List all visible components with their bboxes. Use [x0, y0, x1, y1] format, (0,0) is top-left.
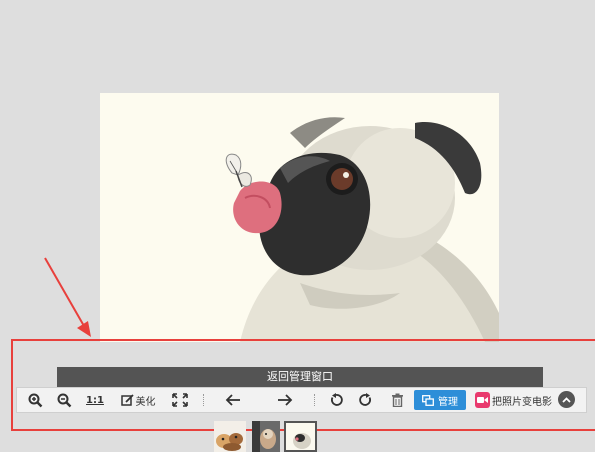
return-to-manager-button[interactable]: 返回管理窗口 — [57, 367, 543, 387]
pug-with-butterfly-image — [100, 93, 499, 342]
fullscreen-button[interactable] — [171, 389, 189, 411]
thumbnail-item[interactable] — [214, 421, 246, 452]
actual-size-label: 1:1 — [86, 394, 104, 406]
thumbnail-item-selected[interactable] — [284, 421, 317, 452]
manage-button[interactable]: 管理 — [414, 390, 466, 410]
edit-icon — [120, 393, 134, 406]
thumbnail-cats — [214, 421, 246, 452]
toolbar-divider — [203, 394, 205, 406]
zoom-in-button[interactable] — [26, 389, 44, 411]
arrow-left-icon — [225, 394, 240, 406]
photo-to-movie-button[interactable]: 把照片变电影 — [475, 390, 552, 410]
manage-label: 管理 — [438, 396, 458, 408]
rotate-cw-icon — [359, 393, 371, 406]
zoom-out-icon — [57, 393, 71, 407]
rotate-left-button[interactable] — [327, 389, 345, 411]
collapse-button[interactable] — [558, 391, 575, 408]
rotate-right-button[interactable] — [357, 389, 375, 411]
zoom-out-button[interactable] — [55, 389, 73, 411]
next-button[interactable] — [276, 389, 294, 411]
chevron-up-icon — [562, 396, 571, 403]
previous-button[interactable] — [224, 389, 242, 411]
rotate-ccw-icon — [331, 393, 343, 406]
movie-camera-icon — [475, 392, 490, 408]
arrow-right-icon — [278, 394, 293, 406]
viewer-toolbar: 1:1 美化 管理 把照片变电影 — [16, 387, 587, 413]
delete-button[interactable] — [388, 389, 406, 411]
thumbnail-dog — [252, 421, 280, 452]
manage-icon — [422, 394, 434, 406]
thumbnail-pug-selected — [286, 423, 315, 450]
toolbar-divider — [314, 394, 316, 406]
trash-icon — [391, 393, 403, 407]
image-viewer: 返回管理窗口 1:1 美化 管理 把照片变电影 — [0, 0, 595, 452]
photo-display — [100, 93, 499, 342]
expand-icon — [172, 393, 188, 407]
zoom-in-icon — [28, 393, 42, 407]
thumbnail-item[interactable] — [252, 421, 280, 452]
beautify-label: 美化 — [135, 396, 156, 408]
photo-to-movie-label: 把照片变电影 — [492, 396, 552, 408]
actual-size-button[interactable]: 1:1 — [85, 389, 105, 411]
beautify-button[interactable]: 美化 — [118, 389, 158, 411]
